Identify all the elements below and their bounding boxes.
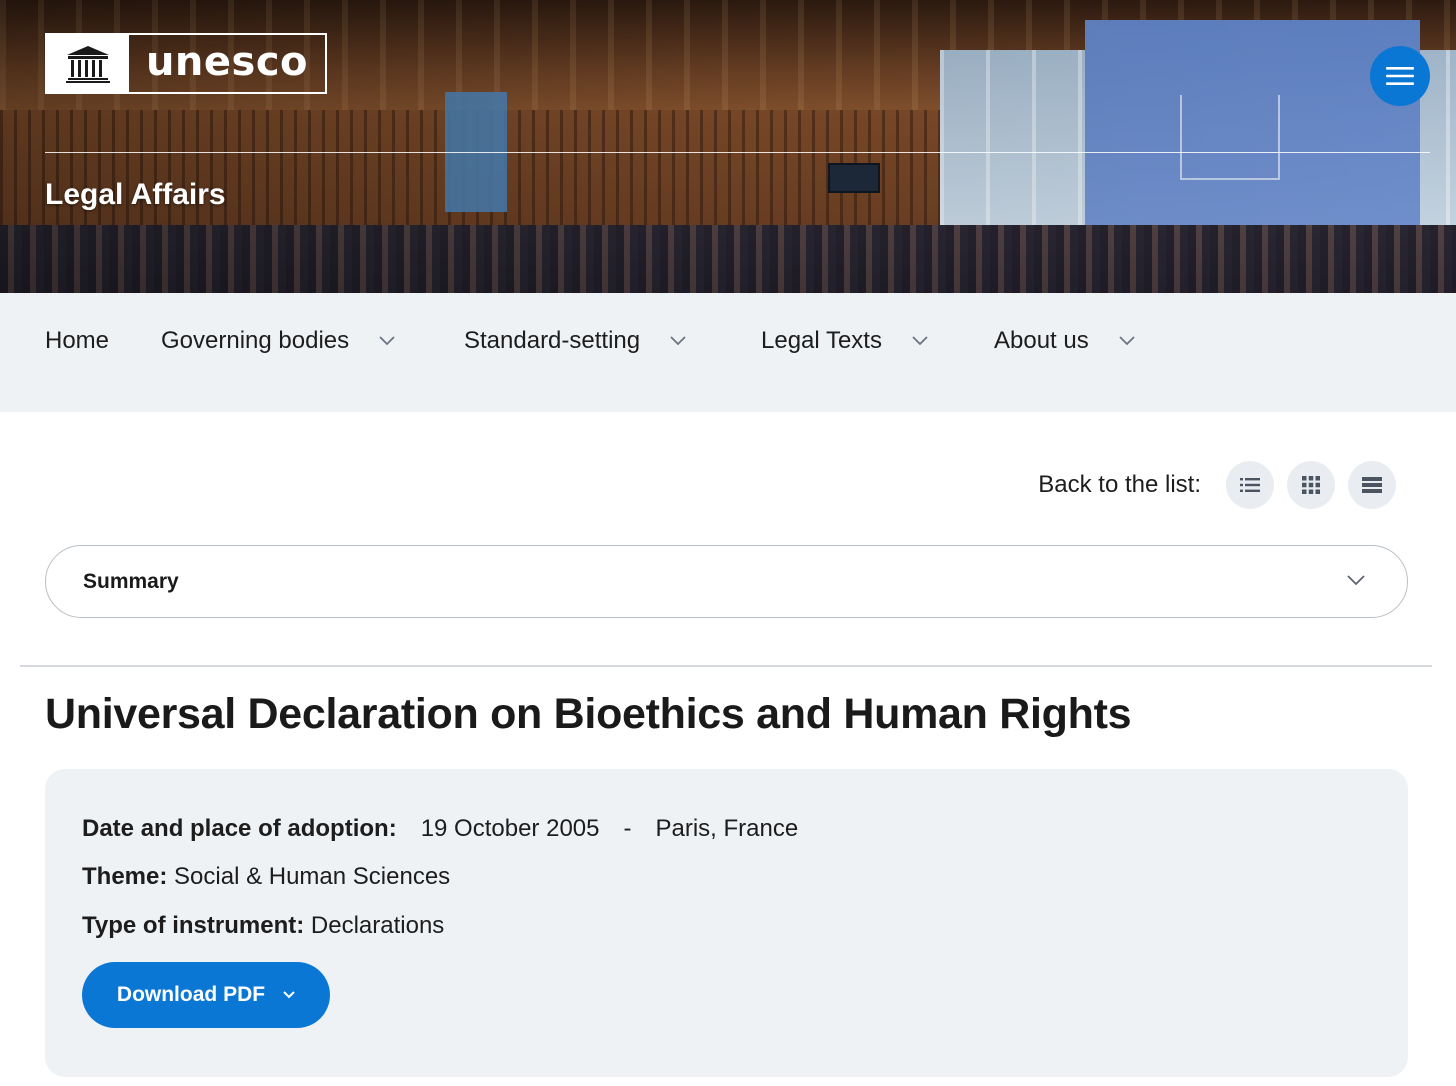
summary-label: Summary [83,569,179,593]
download-pdf-button[interactable]: Download PDF [82,962,330,1028]
chevron-down-icon [1119,336,1135,346]
nav-item-label: About us [994,327,1089,354]
adoption-date: 19 October 2005 [420,815,600,842]
main-navigation: Home Governing bodies Standard-setting L… [0,293,1456,412]
unesco-logo[interactable]: unesco [45,33,327,94]
section-title[interactable]: Legal Affairs [45,178,226,212]
nav-item-label: Home [45,327,110,354]
adoption-place: Paris, France [655,815,799,842]
nav-item-label: Legal Texts [761,327,882,354]
rows-view-icon [1362,477,1382,493]
nav-item-standard-setting[interactable]: Standard-setting [464,325,686,357]
chevron-down-icon [912,336,928,346]
adoption-label: Date and place of adoption: [82,815,397,842]
instrument-info: Type of instrument: Declarations [82,912,444,940]
theme-info: Theme: Social & Human Sciences [82,863,450,891]
instrument-label: Type of instrument: [82,912,305,939]
content-divider [20,665,1432,667]
nav-item-label: Standard-setting [464,327,641,354]
instrument-value: Declarations [310,912,445,939]
document-info-card: Date and place of adoption: 19 October 20… [45,769,1408,1077]
grid-view-icon [1302,476,1320,494]
back-to-list: Back to the list: [1038,460,1396,510]
nav-item-about-us[interactable]: About us [994,325,1135,357]
hamburger-menu-button[interactable] [1370,46,1430,106]
theme-value: Social & Human Sciences [174,863,451,890]
hero-divider [45,152,1430,153]
page-title: Universal Declaration on Bioethics and H… [45,690,1132,738]
hamburger-menu-icon [1386,67,1414,85]
list-view-icon [1240,478,1260,492]
chevron-down-icon [1347,573,1365,591]
adoption-separator: - [623,815,632,842]
chevron-down-icon [379,336,395,346]
nav-item-label: Governing bodies [161,327,350,354]
temple-emblem-icon [47,35,129,92]
list-view-button[interactable] [1226,461,1274,509]
summary-accordion[interactable]: Summary [45,545,1408,618]
adoption-info: Date and place of adoption: 19 October 20… [82,815,798,843]
chevron-down-icon [283,991,295,999]
hero-banner: unesco Legal Affairs [0,0,1456,293]
download-pdf-label: Download PDF [116,983,266,1006]
logo-wordmark: unesco [145,38,309,85]
rows-view-button[interactable] [1348,461,1396,509]
back-to-list-label: Back to the list: [1038,471,1201,498]
theme-label: Theme: [82,863,168,890]
chevron-down-icon [670,336,686,346]
nav-item-legal-texts[interactable]: Legal Texts [761,325,928,357]
grid-view-button[interactable] [1287,461,1335,509]
nav-item-home[interactable]: Home [45,325,109,357]
nav-item-governing-bodies[interactable]: Governing bodies [161,325,395,357]
